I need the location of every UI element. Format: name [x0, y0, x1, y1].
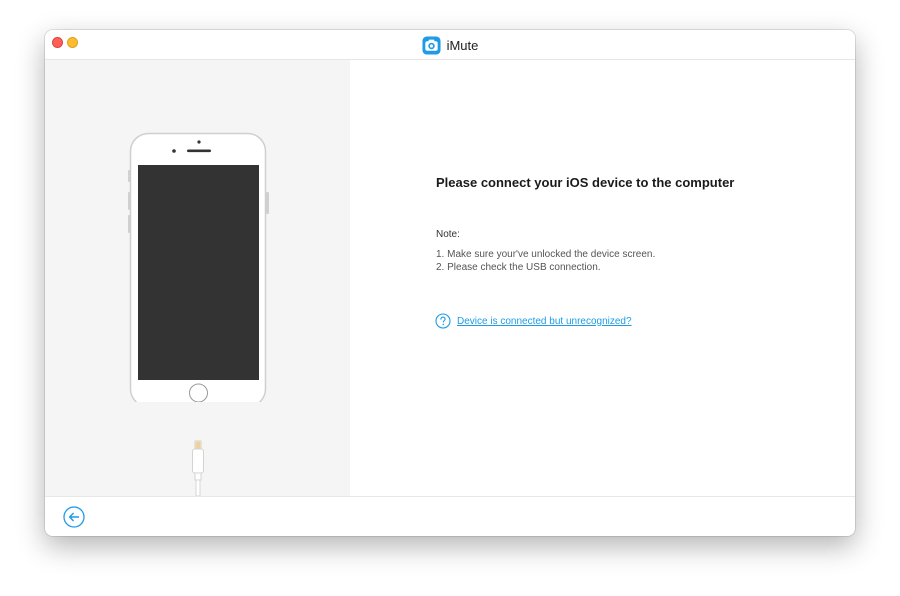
back-button[interactable] — [63, 506, 85, 528]
page-title: Please connect your iOS device to the co… — [436, 175, 735, 190]
camera-logo-icon — [422, 35, 441, 55]
arrow-left-circle-icon[interactable] — [63, 506, 85, 528]
window-title: iMute — [446, 37, 479, 53]
device-unrecognized-link[interactable]: Device is connected but unrecognized? — [457, 316, 632, 327]
title-bar[interactable]: iMute — [45, 30, 855, 60]
device-illustration-panel — [45, 60, 350, 496]
note-item-usb: 2. Please check the USB connection. — [436, 262, 601, 273]
help-row[interactable]: Device is connected but unrecognized? — [435, 313, 632, 329]
lightning-cable-icon — [192, 440, 204, 496]
app-window: iMute Please connect your iOS device to … — [45, 30, 855, 536]
footer-bar — [45, 496, 855, 536]
instructions-panel: Please connect your iOS device to the co… — [350, 60, 855, 496]
title-group: iMute — [45, 30, 855, 60]
question-circle-icon[interactable] — [435, 313, 451, 329]
iphone-illustration — [128, 132, 269, 402]
note-label: Note: — [436, 229, 460, 240]
note-item-unlock: 1. Make sure your've unlocked the device… — [436, 249, 656, 260]
